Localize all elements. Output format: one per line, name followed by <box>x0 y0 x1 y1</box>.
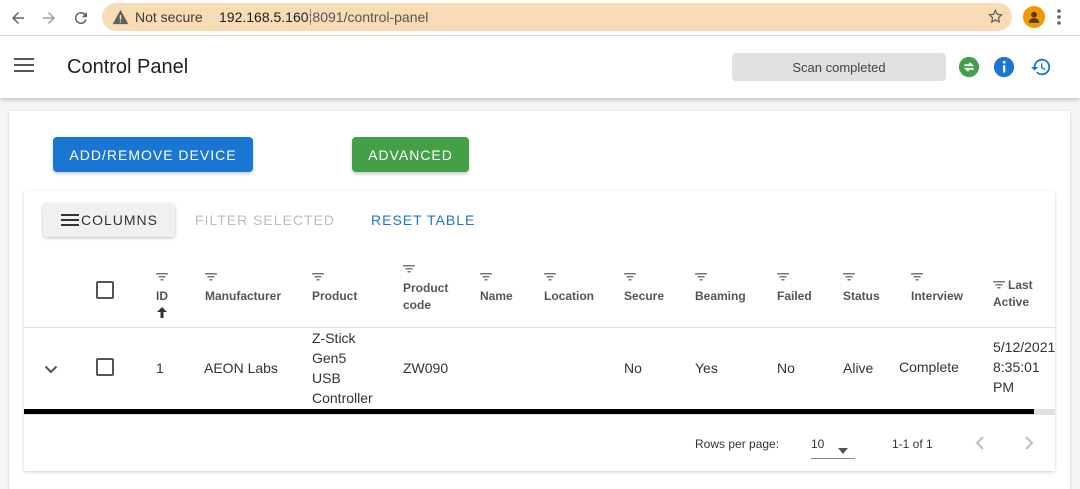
url-path: :8091/control-panel <box>308 9 429 25</box>
horizontal-scrollbar-thumb[interactable] <box>24 409 1034 414</box>
column-header-location[interactable]: Location <box>544 269 594 305</box>
column-label-secure: Secure <box>624 289 665 303</box>
column-header-id[interactable]: ID <box>156 269 168 324</box>
column-label-product-code-line2: code <box>403 298 432 312</box>
column-label-manufacturer: Manufacturer <box>205 289 282 303</box>
cell-last-active-line: PM <box>993 379 1014 395</box>
history-icon[interactable] <box>1030 56 1052 78</box>
column-label-status: Status <box>843 289 880 303</box>
filter-icon[interactable] <box>205 269 281 286</box>
previous-page-icon[interactable] <box>975 435 985 456</box>
forward-icon[interactable] <box>37 6 61 30</box>
cell-status: Alive <box>843 360 874 376</box>
reload-icon[interactable] <box>69 6 93 30</box>
cell-last-active: 5/12/2021 8:35:01 PM <box>993 337 1055 397</box>
column-label-location: Location <box>544 289 594 303</box>
column-header-last-active[interactable]: Last Active <box>993 277 1033 311</box>
page-title: Control Panel <box>67 56 189 78</box>
url-host: 192.168.5.160 <box>219 9 309 25</box>
column-label-interview: Interview <box>911 289 964 303</box>
column-label-failed: Failed <box>777 289 812 303</box>
column-header-beaming[interactable]: Beaming <box>695 269 746 305</box>
filter-icon[interactable] <box>312 269 357 286</box>
column-header-failed[interactable]: Failed <box>777 269 812 305</box>
filter-selected-button[interactable]: FILTER SELECTED <box>195 203 335 237</box>
cell-interview: Complete <box>899 359 959 375</box>
filter-icon[interactable] <box>911 269 963 286</box>
cell-last-active-line: 5/12/2021 <box>993 339 1056 355</box>
reset-table-button[interactable]: RESET TABLE <box>371 203 475 237</box>
columns-menu-icon <box>61 213 79 227</box>
rows-per-page-value: 10 <box>811 437 825 451</box>
menu-icon[interactable] <box>14 57 34 78</box>
cell-failed: No <box>777 360 795 376</box>
profile-avatar-icon[interactable] <box>1023 6 1045 28</box>
column-header-manufacturer[interactable]: Manufacturer <box>205 269 281 305</box>
security-label: Not secure <box>135 9 203 25</box>
column-header-interview[interactable]: Interview <box>911 269 963 305</box>
filter-icon[interactable] <box>624 269 664 286</box>
cell-last-active-line: 8:35:01 <box>993 359 1040 375</box>
cell-beaming: Yes <box>695 360 718 376</box>
cell-secure: No <box>624 360 642 376</box>
cell-product-line: USB <box>312 370 341 386</box>
column-header-status[interactable]: Status <box>843 269 880 305</box>
cell-id: 1 <box>156 360 164 376</box>
column-label-product: Product <box>312 289 358 303</box>
pagination-range: 1-1 of 1 <box>892 437 933 451</box>
column-label-last-active-line1: Last <box>993 277 1033 294</box>
columns-label: COLUMNS <box>81 212 159 228</box>
info-icon[interactable] <box>993 56 1015 78</box>
filter-icon[interactable] <box>695 269 746 286</box>
next-page-icon[interactable] <box>1024 435 1034 456</box>
cell-manufacturer: AEON Labs <box>204 360 278 376</box>
cell-product-line: Gen5 <box>312 350 347 366</box>
expand-row-icon[interactable] <box>44 359 58 379</box>
column-label-name: Name <box>480 289 513 303</box>
rows-per-page-label: Rows per page: <box>695 437 780 451</box>
scan-status-badge: Scan completed <box>732 53 946 81</box>
cell-product-line: Z-Stick <box>312 330 356 346</box>
filter-icon[interactable] <box>777 269 812 286</box>
filter-icon[interactable] <box>843 269 880 286</box>
cell-product: Z-Stick Gen5 USB Controller <box>312 328 373 408</box>
column-label-last-active-line2: Active <box>993 295 1030 309</box>
browser-toolbar: Not secure 192.168.5.160:8091/control-pa… <box>0 0 1080 36</box>
app-header: Control Panel Scan completed <box>0 36 1080 98</box>
row-select-checkbox[interactable] <box>96 358 114 376</box>
browser-menu-icon[interactable] <box>1056 8 1062 31</box>
warning-icon <box>112 9 129 30</box>
filter-icon[interactable] <box>544 269 594 286</box>
url-text: 192.168.5.160:8091/control-panel <box>219 9 428 25</box>
column-label-last-text: Last <box>1008 278 1033 292</box>
column-header-secure[interactable]: Secure <box>624 269 664 305</box>
sync-icon[interactable] <box>958 56 980 78</box>
main-content-card: ADD/REMOVE DEVICE ADVANCED COLUMNS FILTE… <box>9 111 1070 489</box>
column-header-product[interactable]: Product <box>312 269 357 305</box>
column-label-product-code-line1: Product <box>403 281 449 295</box>
column-label-id: ID <box>156 289 168 303</box>
rows-per-page-select[interactable]: 10 <box>811 429 855 459</box>
select-all-checkbox[interactable] <box>96 281 114 299</box>
advanced-button[interactable]: ADVANCED <box>352 137 469 172</box>
header-divider <box>24 327 1055 328</box>
back-icon[interactable] <box>6 6 30 30</box>
nodes-table: COLUMNS FILTER SELECTED RESET TABLE ID M… <box>24 191 1055 471</box>
dropdown-arrow-icon <box>838 441 848 459</box>
add-remove-device-button[interactable]: ADD/REMOVE DEVICE <box>53 137 253 172</box>
address-bar[interactable]: Not secure 192.168.5.160:8091/control-pa… <box>102 3 1012 31</box>
cell-product-code: ZW090 <box>403 360 449 376</box>
column-header-product-code[interactable]: Product code <box>403 261 448 314</box>
filter-icon[interactable] <box>403 261 448 278</box>
cell-product-line: Controller <box>312 390 373 406</box>
filter-icon[interactable] <box>993 278 1005 292</box>
columns-button[interactable]: COLUMNS <box>43 203 175 237</box>
filter-icon[interactable] <box>480 269 513 286</box>
bookmark-star-icon[interactable] <box>987 8 1004 30</box>
column-header-name[interactable]: Name <box>480 269 513 305</box>
filter-icon[interactable] <box>156 269 168 286</box>
column-label-beaming: Beaming <box>695 289 746 303</box>
sort-ascending-icon[interactable] <box>156 306 168 324</box>
